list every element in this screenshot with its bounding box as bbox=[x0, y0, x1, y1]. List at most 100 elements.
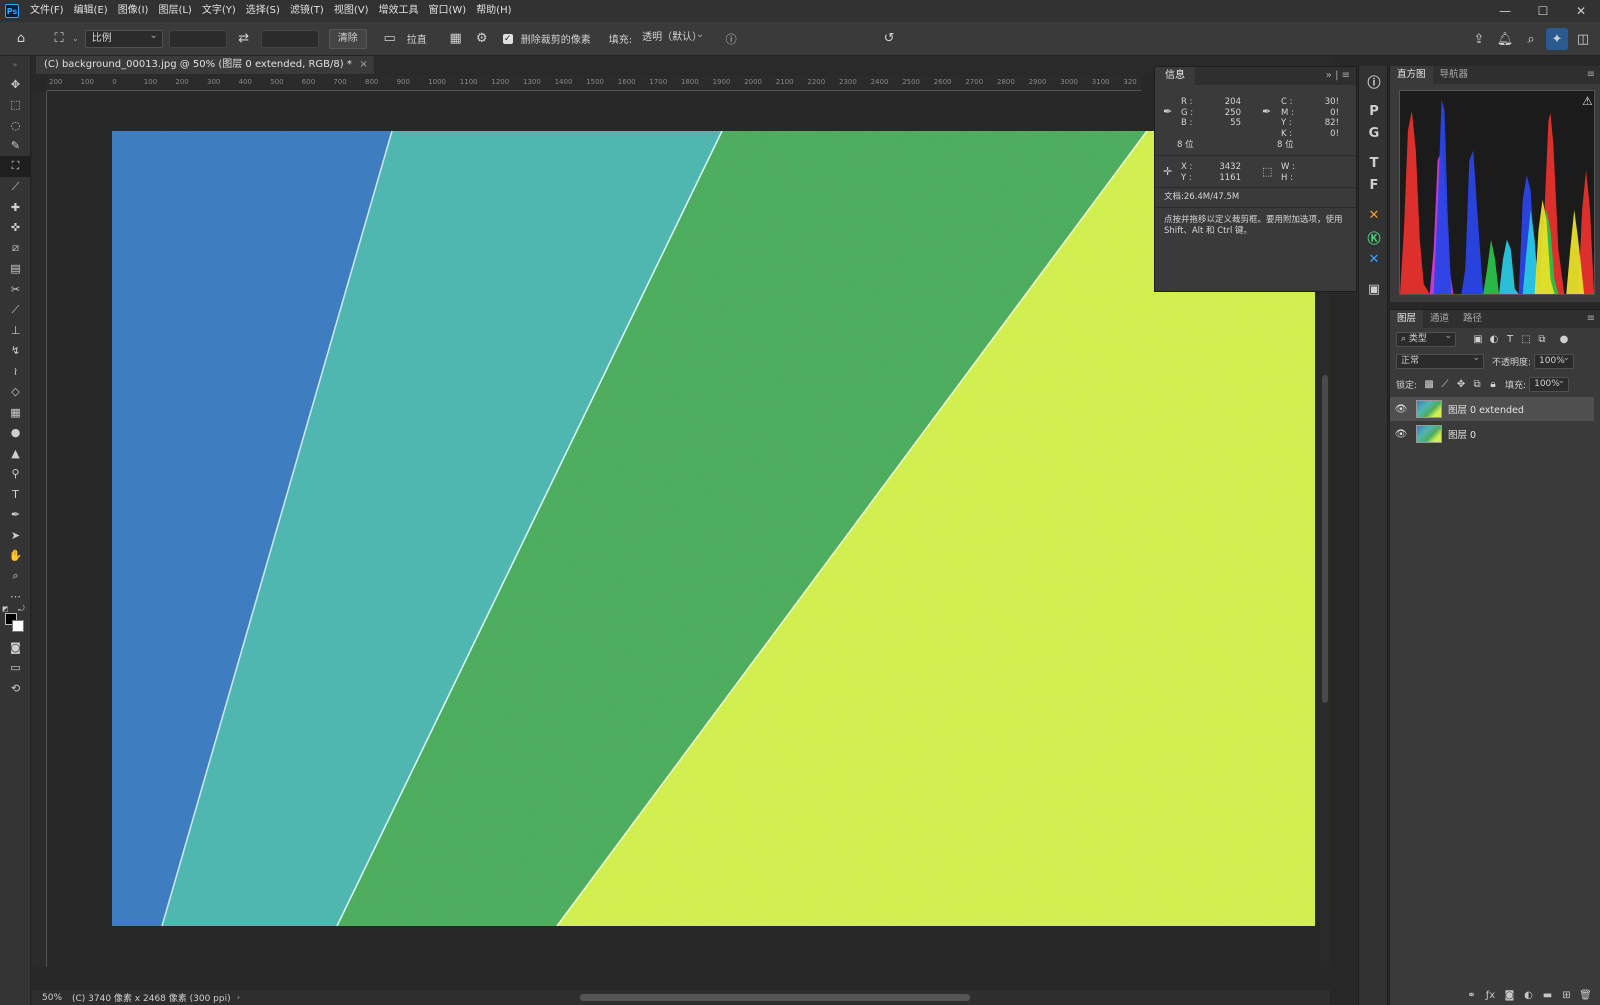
lock-artboard-icon[interactable]: ⧉ bbox=[1469, 377, 1485, 392]
type-tool-icon[interactable]: T bbox=[0, 484, 31, 505]
menu-layer[interactable]: 图层(L) bbox=[153, 0, 196, 22]
width-ratio-input[interactable] bbox=[168, 29, 227, 48]
horizontal-scroll-thumb[interactable] bbox=[580, 994, 970, 1001]
lasso-tool-icon[interactable]: ◌ bbox=[0, 115, 31, 136]
clone-stamp-tool-icon[interactable]: ⊥ bbox=[0, 320, 31, 341]
menu-filter[interactable]: 滤镜(T) bbox=[285, 0, 329, 22]
screen-mode-icon[interactable]: ▭ bbox=[0, 658, 31, 679]
patch-tool-icon[interactable]: ▤ bbox=[0, 259, 31, 280]
plugin-x-orange-icon[interactable]: ✕ bbox=[1359, 204, 1389, 226]
filter-type-icon[interactable]: T bbox=[1502, 332, 1518, 347]
toolbar-collapse-icon[interactable]: » bbox=[0, 56, 30, 74]
history-brush-tool-icon[interactable]: ↯ bbox=[0, 341, 31, 362]
tab-layers[interactable]: 图层 bbox=[1390, 310, 1424, 328]
layer-name[interactable]: 图层 0 bbox=[1448, 427, 1476, 441]
menu-view[interactable]: 视图(V) bbox=[329, 0, 374, 22]
filter-toggle-icon[interactable]: ● bbox=[1556, 332, 1572, 347]
filter-pixel-icon[interactable]: ▣ bbox=[1470, 332, 1486, 347]
sharpen-tool-icon[interactable]: ▲ bbox=[0, 443, 31, 464]
hand-tool-icon[interactable]: ✋ bbox=[0, 546, 31, 567]
fill-select[interactable]: 透明（默认） bbox=[636, 27, 708, 48]
clear-button[interactable]: 清除 bbox=[328, 28, 367, 49]
art-history-brush-icon[interactable]: ≀ bbox=[0, 361, 31, 382]
menu-image[interactable]: 图像(I) bbox=[113, 0, 154, 22]
filter-adjustment-icon[interactable]: ◐ bbox=[1486, 332, 1502, 347]
filter-smart-object-icon[interactable]: ⧉ bbox=[1534, 332, 1550, 347]
quick-select-tool-icon[interactable]: ✎ bbox=[0, 136, 31, 157]
info-panel-icon[interactable]: ⓘ bbox=[1359, 70, 1389, 92]
preset-chevron-down-icon[interactable]: ⌄ bbox=[72, 34, 79, 43]
close-tab-icon[interactable]: × bbox=[359, 56, 367, 74]
pen-tool-icon[interactable]: ✒ bbox=[0, 505, 31, 526]
swap-colors-icon[interactable]: ⤾ bbox=[18, 604, 25, 614]
adjustment-layer-icon[interactable]: ◐ bbox=[1519, 990, 1538, 1001]
lock-image-icon[interactable]: ⟋ bbox=[1437, 377, 1453, 392]
layer-filter-select[interactable]: ⌕ 类型 bbox=[1396, 330, 1456, 347]
tab-paths[interactable]: 路径 bbox=[1456, 310, 1489, 328]
new-group-icon[interactable]: ▬ bbox=[1538, 990, 1557, 1001]
discover-lightbulb-icon[interactable]: ✦ bbox=[1546, 28, 1568, 50]
menu-edit[interactable]: 编辑(E) bbox=[69, 0, 113, 22]
tab-navigator[interactable]: 导航器 bbox=[1433, 66, 1476, 84]
overlay-grid-icon[interactable]: ▦ bbox=[445, 28, 467, 50]
eyedropper-readout-icon[interactable]: ✒ bbox=[1163, 105, 1172, 118]
delete-cropped-checkbox[interactable]: ✓ bbox=[502, 33, 513, 44]
edit-toolbar-icon[interactable]: ⟲ bbox=[0, 678, 31, 699]
plugin-tk-icon[interactable]: Ⓚ bbox=[1359, 226, 1389, 248]
plugin-f-icon[interactable]: F bbox=[1359, 174, 1389, 196]
eyedropper-cmyk-icon[interactable]: ✒ bbox=[1262, 105, 1271, 118]
panel-menu-icon[interactable]: ≡ bbox=[1587, 66, 1595, 84]
ratio-select[interactable]: 比例 bbox=[84, 28, 163, 48]
menu-type[interactable]: 文字(Y) bbox=[197, 0, 241, 22]
menu-window[interactable]: 窗口(W) bbox=[423, 0, 471, 22]
path-select-tool-icon[interactable]: ➤ bbox=[0, 525, 31, 546]
menu-select[interactable]: 选择(S) bbox=[241, 0, 285, 22]
more-tools-icon[interactable]: ⋯ bbox=[0, 587, 31, 608]
workspace-icon[interactable]: ◫ bbox=[1572, 28, 1594, 50]
menu-file[interactable]: 文件(F) bbox=[25, 0, 69, 22]
link-layers-icon[interactable]: ⚭ bbox=[1462, 990, 1481, 1001]
eyedropper-tool-icon[interactable]: ⟋ bbox=[0, 177, 31, 198]
straighten-label[interactable]: 拉直 bbox=[407, 31, 427, 46]
spot-healing-tool-icon[interactable]: ✜ bbox=[0, 218, 31, 239]
eraser-tool-icon[interactable]: ◇ bbox=[0, 382, 31, 403]
visibility-eye-icon[interactable]: 👁︎ bbox=[1390, 404, 1412, 415]
gradient-tool-icon[interactable]: ▦ bbox=[0, 402, 31, 423]
search-icon[interactable]: ⌕ bbox=[1520, 28, 1542, 50]
zoom-tool-icon[interactable]: ⌕ bbox=[0, 566, 31, 587]
vertical-scroll-thumb[interactable] bbox=[1322, 375, 1328, 703]
layer-row[interactable]: 👁︎ 图层 0 extended bbox=[1390, 397, 1594, 421]
document-tab[interactable]: (C) background_00013.jpg @ 50% (图层 0 ext… bbox=[36, 56, 374, 74]
layer-row[interactable]: 👁︎ 图层 0 bbox=[1390, 422, 1594, 446]
histogram-warning-icon[interactable]: ⚠ bbox=[1582, 94, 1593, 108]
filter-shape-icon[interactable]: ⬚ bbox=[1518, 332, 1534, 347]
default-colors-icon[interactable]: ◩ bbox=[2, 605, 9, 613]
quick-mask-icon[interactable]: ◙ bbox=[0, 637, 31, 658]
swap-icon[interactable]: ⇄ bbox=[233, 28, 255, 50]
visibility-eye-icon[interactable]: 👁︎ bbox=[1390, 429, 1412, 440]
background-color-swatch[interactable] bbox=[12, 620, 24, 632]
share-icon[interactable]: ⇪ bbox=[1468, 28, 1490, 50]
reset-icon[interactable]: ↺ bbox=[878, 28, 900, 50]
document-info[interactable]: (C) 3740 像素 x 2468 像素 (300 ppi) bbox=[72, 991, 231, 1004]
zoom-level[interactable]: 50% bbox=[42, 993, 62, 1003]
blend-mode-select[interactable]: 正常 bbox=[1396, 352, 1484, 369]
tab-channels[interactable]: 通道 bbox=[1423, 310, 1456, 328]
blur-tool-icon[interactable]: ● bbox=[0, 423, 31, 444]
close-window-button[interactable]: ✕ bbox=[1562, 0, 1600, 22]
opacity-select[interactable]: 100% bbox=[1534, 352, 1575, 369]
home-icon[interactable]: ⌂ bbox=[10, 28, 32, 50]
settings-gear-icon[interactable]: ⚙ bbox=[471, 28, 493, 50]
lock-position-icon[interactable]: ✥ bbox=[1453, 377, 1469, 392]
plugin-t-icon[interactable]: T bbox=[1359, 152, 1389, 174]
plugin-x-blue-icon[interactable]: ✕ bbox=[1359, 248, 1389, 270]
info-panel-title[interactable]: 信息 bbox=[1155, 67, 1195, 85]
crop-tool-icon[interactable]: ⛶ bbox=[0, 156, 31, 177]
minimize-button[interactable]: — bbox=[1486, 0, 1524, 22]
content-aware-move-tool-icon[interactable]: ✂ bbox=[0, 279, 31, 300]
delete-layer-icon[interactable]: 🗑︎ bbox=[1576, 990, 1595, 1001]
menu-plugins[interactable]: 增效工具 bbox=[373, 0, 423, 22]
libraries-icon[interactable]: ▣ bbox=[1359, 278, 1389, 300]
straighten-icon[interactable]: ▭ bbox=[379, 28, 401, 50]
menu-help[interactable]: 帮助(H) bbox=[471, 0, 516, 22]
